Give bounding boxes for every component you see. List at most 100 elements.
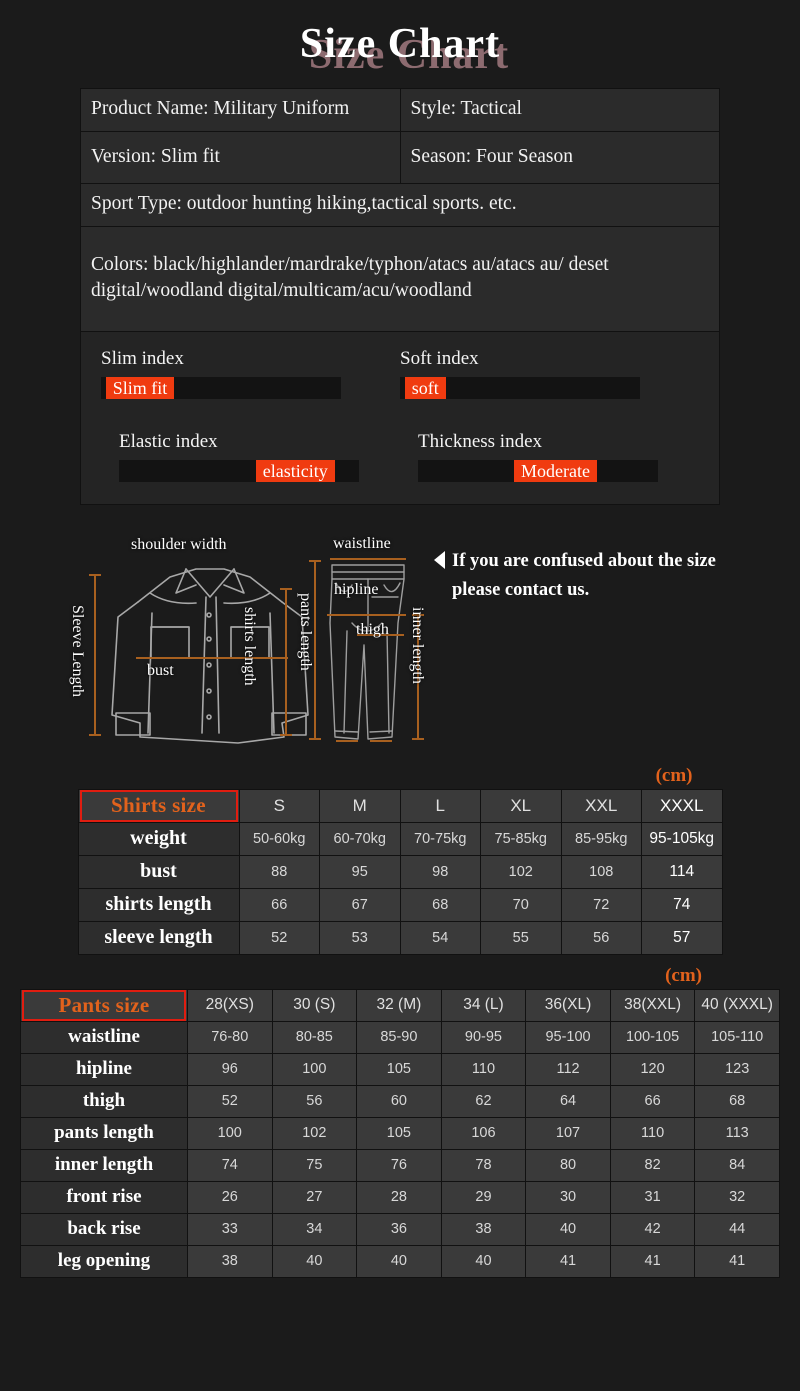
label-shoulder-width: shoulder width [131,535,227,553]
contact-message: If you are confused about the size pleas… [452,547,792,604]
table-row: leg opening 38 40 40 40 41 41 41 [20,1244,780,1278]
cell-3-4: 56 [560,920,642,955]
cell-1-4: 108 [560,854,642,889]
thickness-index-label: Thickness index [418,430,543,452]
row-label-0: weight [77,821,240,856]
info-style: Style: Tactical [399,87,720,133]
cell-3-2: 105 [356,1116,442,1150]
label-bust: bust [147,661,174,679]
cell-3-1: 102 [271,1116,358,1150]
page-title-container: Size Chart [0,0,800,88]
cell-2-3: 62 [440,1084,527,1118]
table-row: sleeve length 52 53 54 55 56 57 [77,920,723,955]
cell-1-0: 88 [238,854,320,889]
row-label-7: leg opening [20,1244,188,1278]
label-thigh: thigh [356,620,389,638]
table-row: thigh 52 56 60 62 64 66 68 [20,1084,780,1118]
cell-2-1: 67 [319,887,401,922]
index-panel: Slim index Slim fit Soft index soft Elas… [80,331,720,505]
table-row: pants length 100 102 105 106 107 110 113 [20,1116,780,1150]
cell-3-2: 54 [399,920,481,955]
cell-4-6: 84 [694,1148,780,1182]
thickness-index-value: Moderate [514,459,597,482]
cell-0-1: 80-85 [271,1020,358,1054]
cell-4-5: 82 [609,1148,696,1182]
product-info-table: Product Name: Military Uniform Style: Ta… [80,87,720,332]
column-header-5: 38(XXL) [609,988,696,1022]
cell-0-5: 95-105kg [641,821,723,856]
shirts-size-corner-label: Shirts size [79,789,238,822]
cell-2-0: 52 [186,1084,273,1118]
table-row: hipline 96 100 105 110 112 120 123 [20,1052,780,1086]
column-header-6: 40 (XXXL) [694,988,780,1022]
cell-1-5: 114 [641,854,723,889]
cell-2-2: 68 [399,887,481,922]
cell-7-2: 40 [356,1244,442,1278]
slim-index-value: Slim fit [105,376,175,399]
cell-0-4: 95-100 [525,1020,611,1054]
row-label-1: bust [77,854,240,889]
cell-1-5: 120 [609,1052,696,1086]
column-header-1: M [319,788,401,823]
cell-0-1: 60-70kg [319,821,401,856]
pants-unit-label: (cm) [665,964,702,986]
row-label-1: hipline [20,1052,188,1086]
label-waistline: waistline [333,534,391,552]
row-label-3: sleeve length [77,920,240,955]
row-label-5: front rise [20,1180,188,1214]
column-header-2: L [399,788,481,823]
table-row: bust 88 95 98 102 108 114 [77,854,723,889]
table-corner-cell: Shirts size [77,788,240,823]
column-header-5: XXXL [641,788,723,823]
cell-4-4: 80 [525,1148,611,1182]
row-label-3: pants length [20,1116,188,1150]
cell-4-0: 74 [186,1148,273,1182]
shirts-unit-label: (cm) [655,764,693,786]
table-header-row: Pants size 28(XS) 30 (S) 32 (M) 34 (L) 36(XL)… [20,988,780,1022]
cell-5-1: 27 [271,1180,358,1214]
shirt-outline-icon [111,568,309,744]
cell-6-1: 34 [271,1212,358,1246]
row-label-2: thigh [20,1084,188,1118]
info-season: Season: Four Season [399,131,720,184]
cell-0-3: 90-95 [440,1020,527,1054]
cell-0-6: 105-110 [694,1020,780,1054]
elastic-index-bar: elasticity [119,459,359,482]
cell-2-4: 72 [560,887,642,922]
cell-5-2: 28 [356,1180,442,1214]
cell-0-2: 70-75kg [399,821,481,856]
column-header-1: 30 (S) [271,988,358,1022]
cell-7-6: 41 [694,1244,780,1278]
cell-1-0: 96 [186,1052,273,1086]
cell-3-4: 107 [525,1116,611,1150]
row-label-0: waistline [20,1020,188,1054]
measurement-diagram: shoulder width Sleeve Length bust shirts… [0,527,800,757]
page-title: Size Chart [299,21,501,67]
slim-index-bar: Slim fit [101,376,341,399]
info-product-name: Product Name: Military Uniform [80,87,401,133]
cell-7-3: 40 [440,1244,527,1278]
cell-1-2: 105 [356,1052,442,1086]
cell-4-3: 78 [440,1148,527,1182]
shirts-size-table: Shirts size S M L XL XXL XXXL weight 50-60kg 60-7… [77,788,723,955]
column-header-0: S [238,788,320,823]
cell-6-6: 44 [694,1212,780,1246]
table-row: waistline 76-80 80-85 85-90 90-95 95-100 100-1… [20,1020,780,1054]
cell-0-4: 85-95kg [560,821,642,856]
cell-2-5: 66 [609,1084,696,1118]
index-block-thickness: Thickness index Moderate [400,431,699,482]
column-header-4: XXL [560,788,642,823]
cell-1-2: 98 [399,854,481,889]
table-row: weight 50-60kg 60-70kg 70-75kg 75-85kg 85-95k… [77,821,723,856]
column-header-3: 34 (L) [440,988,527,1022]
cell-3-5: 57 [641,920,723,955]
column-header-3: XL [480,788,562,823]
elastic-index-label: Elastic index [119,430,218,452]
contact-line-1: If you are confused about the size [452,550,716,571]
cell-6-4: 40 [525,1212,611,1246]
cell-6-2: 36 [356,1212,442,1246]
info-row-product: Product Name: Military Uniform Style: Ta… [80,87,720,133]
cell-3-0: 100 [186,1116,273,1150]
column-header-0: 28(XS) [186,988,273,1022]
cell-3-6: 113 [694,1116,780,1150]
